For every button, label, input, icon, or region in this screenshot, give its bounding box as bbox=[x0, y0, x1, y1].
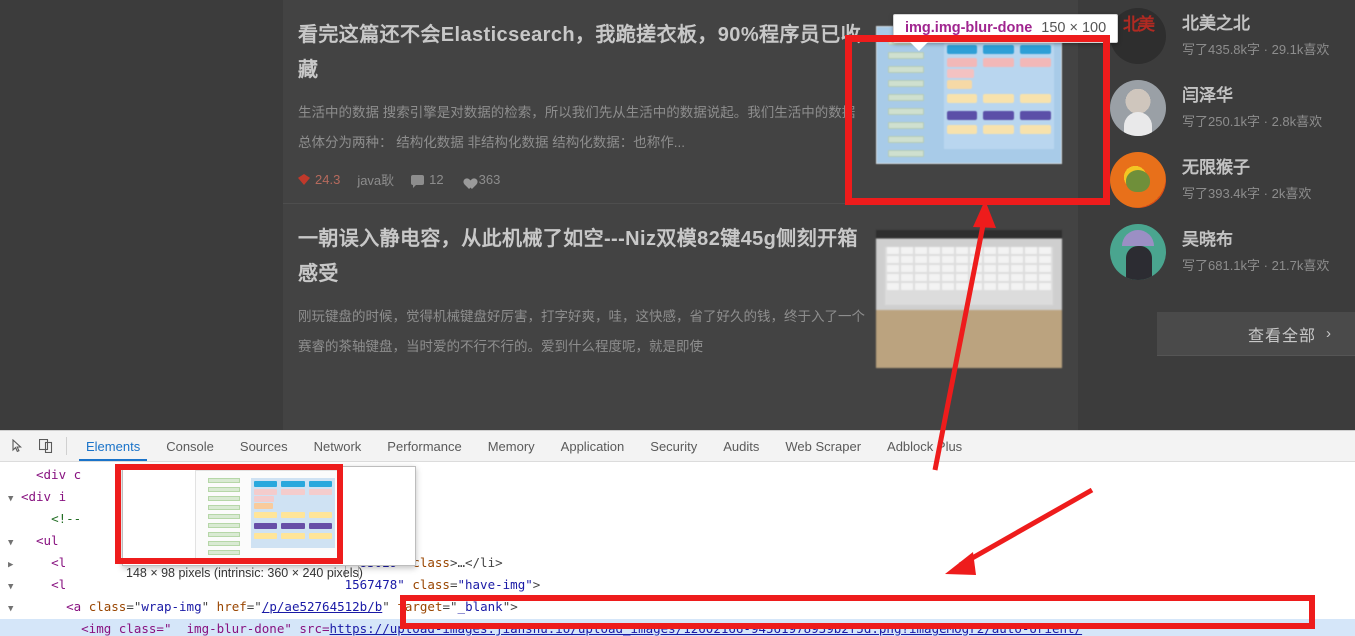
heart-icon bbox=[461, 174, 474, 186]
devtools-image-preview-popup bbox=[122, 466, 416, 566]
disclosure-triangle-icon[interactable]: ▼ bbox=[8, 494, 13, 504]
author-stats: 写了393.4k字 · 2k喜欢 bbox=[1182, 185, 1312, 201]
preview-right-panel bbox=[251, 478, 335, 549]
tab-security[interactable]: Security bbox=[637, 431, 710, 461]
author-stats: 写了681.1k字 · 21.7k喜欢 bbox=[1182, 257, 1330, 273]
toolbar-divider bbox=[66, 437, 67, 455]
preview-dimensions-caption: 148 × 98 pixels (intrinsic: 360 × 240 pi… bbox=[126, 566, 363, 580]
hot-score: 24.3 bbox=[298, 172, 340, 187]
diagram-left-column bbox=[888, 37, 925, 157]
author-name[interactable]: 吴晓布 bbox=[1182, 228, 1329, 252]
disclosure-triangle-icon[interactable]: ▼ bbox=[8, 538, 13, 548]
author-stats: 写了250.1k字 · 2.8k喜欢 bbox=[1182, 113, 1323, 129]
avatar[interactable] bbox=[1110, 8, 1166, 64]
dom-tree-line[interactable]: ▼ <a class="wrap-img" href="/p/ae5276451… bbox=[0, 597, 1355, 619]
tab-label: Web Scraper bbox=[785, 438, 862, 454]
disclosure-triangle-icon[interactable]: ▼ bbox=[8, 582, 13, 592]
like-value: 363 bbox=[478, 172, 501, 187]
tab-audits[interactable]: Audits bbox=[710, 431, 772, 461]
diamond-icon bbox=[298, 174, 310, 185]
comment-count[interactable]: 12 bbox=[411, 172, 444, 188]
tab-label: Performance bbox=[387, 438, 462, 454]
disclosure-triangle-icon[interactable]: ▼ bbox=[8, 604, 13, 614]
preview-thumbnail bbox=[195, 470, 343, 562]
comment-icon bbox=[411, 174, 425, 188]
avatar[interactable] bbox=[1110, 224, 1166, 280]
device-toolbar-icon[interactable] bbox=[32, 431, 60, 461]
devtools-tabbar: Elements Console Sources Network Perform… bbox=[0, 431, 1355, 462]
preview-left-column bbox=[207, 478, 240, 556]
tab-network[interactable]: Network bbox=[301, 431, 375, 461]
author-row[interactable]: 北美之北 写了435.8k字 · 29.1k喜欢 bbox=[1078, 0, 1355, 72]
author-stats: 写了435.8k字 · 29.1k喜欢 bbox=[1182, 41, 1330, 57]
tab-web-scraper[interactable]: Web Scraper bbox=[772, 431, 874, 461]
diagram-right-panel bbox=[944, 37, 1054, 150]
diagram-thumbnail-image bbox=[876, 26, 1062, 164]
author-name[interactable]: 北美之北 bbox=[1182, 12, 1329, 36]
tab-label: Adblock Plus bbox=[887, 438, 963, 454]
webpage-viewport: 看完这篇还不会Elasticsearch，我跪搓衣板，90%程序员已收藏 生活中… bbox=[0, 0, 1355, 430]
keyboard-keys bbox=[885, 246, 1053, 305]
hot-value: 24.3 bbox=[315, 172, 341, 187]
avatar[interactable] bbox=[1110, 152, 1166, 208]
tab-sources[interactable]: Sources bbox=[227, 431, 301, 461]
tab-label: Elements bbox=[86, 438, 141, 454]
disclosure-triangle-icon[interactable] bbox=[8, 472, 13, 482]
screenshot-root: 看完这篇还不会Elasticsearch，我跪搓衣板，90%程序员已收藏 生活中… bbox=[0, 0, 1355, 636]
image-url-link[interactable]: https://upload-images.jianshu.io/upload_… bbox=[330, 621, 1083, 636]
author-name[interactable]: 无限猴子 bbox=[1182, 156, 1311, 180]
author-row[interactable]: 吴晓布 写了681.1k字 · 21.7k喜欢 bbox=[1078, 216, 1355, 288]
tab-label: Network bbox=[313, 438, 362, 454]
element-selector: img.img-blur-done bbox=[905, 20, 1033, 36]
author-list: 北美之北 写了435.8k字 · 29.1k喜欢 闫泽华 写了250.1k字 ·… bbox=[1078, 0, 1355, 288]
avatar[interactable] bbox=[1110, 80, 1166, 136]
author-name: java耿 bbox=[357, 173, 395, 188]
element-inspector-tooltip: img.img-blur-done 150 × 100 bbox=[893, 14, 1119, 51]
article-author[interactable]: java耿 bbox=[357, 170, 394, 189]
view-all-label: 查看全部 bbox=[1247, 327, 1316, 345]
article-list: 看完这篇还不会Elasticsearch，我跪搓衣板，90%程序员已收藏 生活中… bbox=[283, 0, 1078, 430]
author-row[interactable]: 闫泽华 写了250.1k字 · 2.8k喜欢 bbox=[1078, 72, 1355, 144]
article-abstract: 刚玩键盘的时候，觉得机械键盘好厉害，打字好爽，哇，这快感，省了好久的钱，终于入了… bbox=[298, 309, 865, 354]
article-title[interactable]: 看完这篇还不会Elasticsearch，我跪搓衣板，90%程序员已收藏 bbox=[298, 18, 873, 88]
tab-label: Audits bbox=[723, 438, 760, 454]
page-left-gutter bbox=[0, 0, 283, 430]
inspect-cursor-icon[interactable] bbox=[4, 431, 32, 461]
tab-application[interactable]: Application bbox=[548, 431, 638, 461]
tab-memory[interactable]: Memory bbox=[475, 431, 548, 461]
tab-label: Console bbox=[166, 438, 214, 454]
article-abstract: 生活中的数据 搜索引擎是对数据的检索，所以我们先从生活中的数据说起。我们生活中的… bbox=[298, 105, 856, 150]
author-row[interactable]: 无限猴子 写了393.4k字 · 2k喜欢 bbox=[1078, 144, 1355, 216]
author-name[interactable]: 闫泽华 bbox=[1182, 84, 1322, 108]
disclosure-triangle-icon[interactable]: ▶ bbox=[8, 560, 13, 570]
tab-label: Sources bbox=[239, 438, 288, 454]
article-thumbnail[interactable] bbox=[876, 26, 1062, 164]
tab-performance[interactable]: Performance bbox=[374, 431, 474, 461]
tab-console[interactable]: Console bbox=[153, 431, 227, 461]
tab-label: Security bbox=[650, 438, 698, 454]
keyboard-thumbnail-image bbox=[876, 230, 1062, 368]
comment-value: 12 bbox=[429, 172, 444, 187]
like-count[interactable]: 363 bbox=[461, 172, 501, 187]
article-card[interactable]: 一朝误入静电容，从此机械了如空---Niz双模82键45g侧刻开箱感受 刚玩键盘… bbox=[283, 203, 1078, 376]
tab-label: Application bbox=[560, 438, 625, 454]
article-meta: 24.3 java耿 12 363 bbox=[298, 170, 1060, 189]
dom-tree-line-selected[interactable]: <img class=" img-blur-done" src=https://… bbox=[0, 619, 1355, 636]
article-thumbnail[interactable] bbox=[876, 230, 1062, 368]
recommended-authors-sidebar: 北美之北 写了435.8k字 · 29.1k喜欢 闫泽华 写了250.1k字 ·… bbox=[1078, 0, 1355, 430]
tab-adblock-plus[interactable]: Adblock Plus bbox=[874, 431, 975, 461]
element-dimensions: 150 × 100 bbox=[1041, 20, 1107, 36]
tab-label: Memory bbox=[487, 438, 535, 454]
tooltip-caret-icon bbox=[910, 42, 928, 51]
chevron-right-icon: › bbox=[1326, 325, 1331, 342]
disclosure-triangle-icon[interactable] bbox=[8, 516, 13, 526]
view-all-authors-button[interactable]: 查看全部 › bbox=[1157, 312, 1355, 356]
article-title[interactable]: 一朝误入静电容，从此机械了如空---Niz双模82键45g侧刻开箱感受 bbox=[298, 222, 873, 292]
tab-elements[interactable]: Elements bbox=[73, 431, 153, 461]
